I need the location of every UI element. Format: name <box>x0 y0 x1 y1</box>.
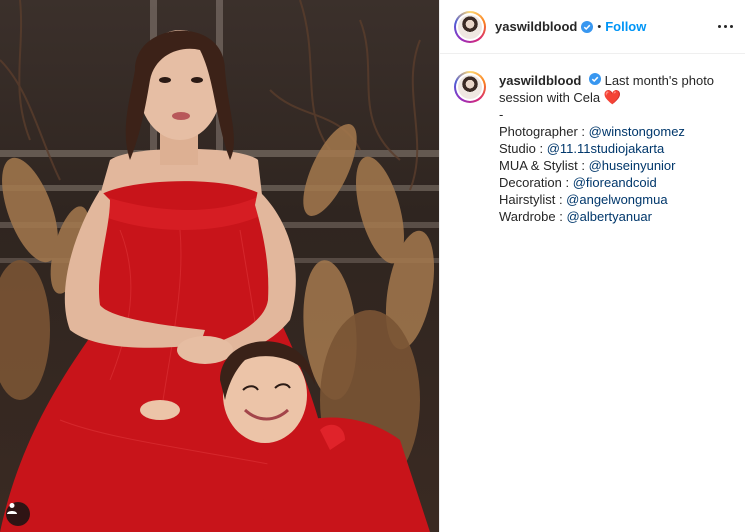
credit-hairstylist: Hairstylist : @angelwongmua <box>499 191 714 208</box>
avatar-image <box>458 14 482 39</box>
photo-illustration <box>0 0 439 532</box>
credit-studio: Studio : @11.11studiojakarta <box>499 140 714 157</box>
caption-username[interactable]: yaswildblood <box>499 73 581 88</box>
credit-mention[interactable]: @11.11studiojakarta <box>547 141 665 156</box>
caption-avatar[interactable] <box>454 71 486 103</box>
post-caption: yaswildblood Last month's photo session … <box>440 54 745 225</box>
credit-decoration: Decoration : @fioreandcoid <box>499 174 714 191</box>
credit-wardrobe: Wardrobe : @albertyanuar <box>499 208 714 225</box>
credit-mention[interactable]: @huseinyunior <box>589 158 676 173</box>
verified-badge-icon <box>581 20 594 33</box>
credit-mua-stylist: MUA & Stylist : @huseinyunior <box>499 157 714 174</box>
credit-photographer: Photographer : @winstongomez <box>499 123 714 140</box>
avatar[interactable] <box>454 10 486 43</box>
credit-mention[interactable]: @winstongomez <box>589 124 685 139</box>
user-tag-button[interactable] <box>6 502 30 526</box>
credit-mention[interactable]: @fioreandcoid <box>573 175 657 190</box>
credit-label: Photographer : <box>499 124 589 139</box>
credit-label: Studio : <box>499 141 547 156</box>
user-tag-icon <box>7 503 17 514</box>
caption-verified-badge-icon <box>588 73 601 85</box>
credit-label: Wardrobe : <box>499 209 567 224</box>
post-header: yaswildblood • Follow <box>440 0 745 54</box>
caption-text-line2: session with Cela <box>499 90 601 105</box>
caption-text-line1: Last month's photo <box>604 73 715 88</box>
red-heart-emoji: ❤️ <box>603 89 622 105</box>
caption-divider: - <box>499 107 504 122</box>
header-separator: • <box>597 20 602 33</box>
credit-label: MUA & Stylist : <box>499 158 589 173</box>
more-options-icon[interactable] <box>718 19 733 34</box>
caption-avatar-image <box>458 75 482 99</box>
credit-mention[interactable]: @angelwongmua <box>566 192 667 207</box>
credit-label: Decoration : <box>499 175 573 190</box>
instagram-post: yaswildblood • Follow yaswildblood Last … <box>0 0 745 532</box>
post-photo[interactable] <box>0 0 439 532</box>
post-side-panel: yaswildblood • Follow yaswildblood Last … <box>439 0 745 532</box>
credit-label: Hairstylist : <box>499 192 567 207</box>
credit-mention[interactable]: @albertyanuar <box>566 209 651 224</box>
follow-button[interactable]: Follow <box>605 19 646 34</box>
header-username[interactable]: yaswildblood <box>495 19 577 34</box>
caption-body: yaswildblood Last month's photo session … <box>499 72 714 225</box>
